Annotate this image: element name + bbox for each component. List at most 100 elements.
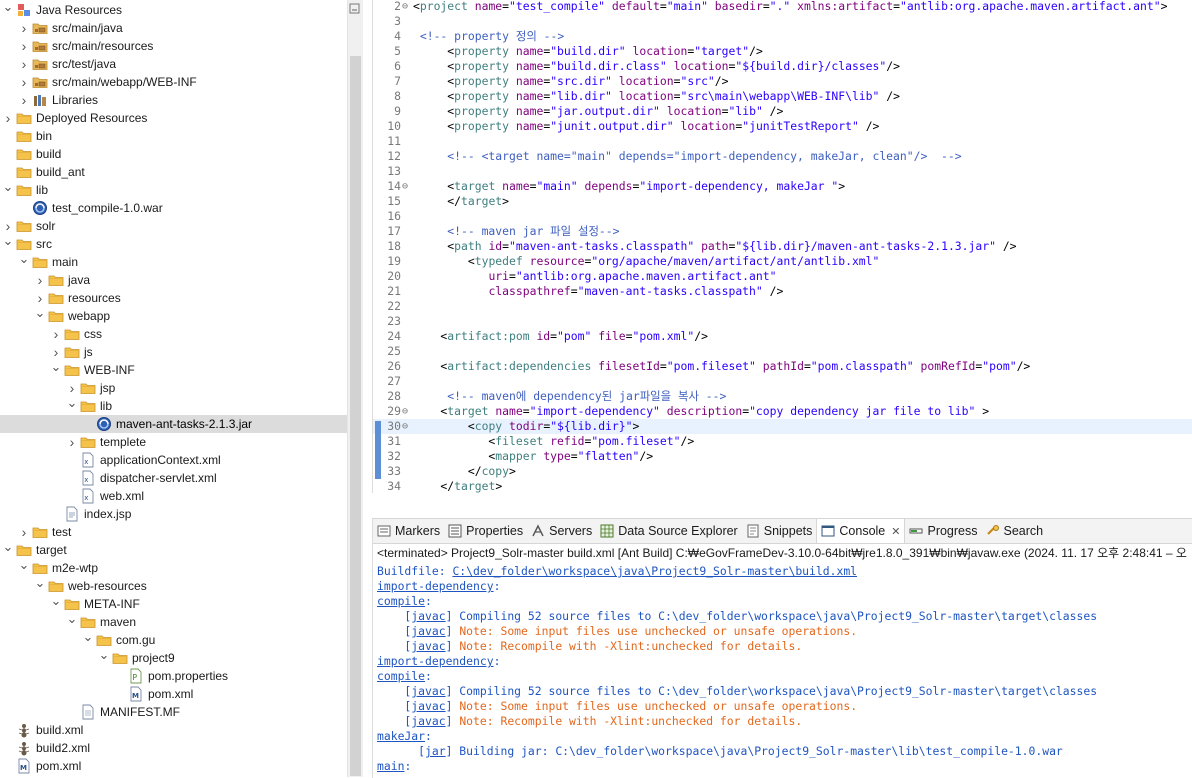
tree-item[interactable]: x dispatcher-servlet.xml xyxy=(0,469,347,487)
editor-line[interactable]: 5 <property name="build.dir" location="t… xyxy=(373,44,1192,59)
editor-line[interactable]: 27 xyxy=(373,374,1192,389)
collapse-chevron-icon[interactable]: › xyxy=(50,325,62,343)
tree-item[interactable]: ⌄ webapp xyxy=(0,304,347,325)
tree-item[interactable]: MANIFEST.MF xyxy=(0,703,347,721)
tree-item[interactable]: Mpom.xml xyxy=(0,685,347,703)
tab-progress[interactable]: Progress xyxy=(905,519,981,543)
collapse-chevron-icon[interactable]: › xyxy=(18,55,30,73)
console-link[interactable]: import-dependency xyxy=(377,579,494,593)
editor-line[interactable]: 30 ⊖ <copy todir="${lib.dir}"> xyxy=(373,419,1192,434)
expand-chevron-icon[interactable]: ⌄ xyxy=(82,628,94,646)
editor-line[interactable]: 3 xyxy=(373,14,1192,29)
collapse-chevron-icon[interactable]: › xyxy=(18,523,30,541)
tree-item[interactable]: › src/test/java xyxy=(0,55,347,73)
expand-chevron-icon[interactable]: ⌄ xyxy=(34,304,46,322)
tree-item[interactable]: Ppom.properties xyxy=(0,667,347,685)
editor-line[interactable]: 15 </target> xyxy=(373,194,1192,209)
tree-item[interactable]: ⌄ com.gu xyxy=(0,628,347,649)
collapse-chevron-icon[interactable]: › xyxy=(34,271,46,289)
editor-line[interactable]: 19 <typedef resource="org/apache/maven/a… xyxy=(373,254,1192,269)
tab-servers[interactable]: Servers xyxy=(527,519,596,543)
tree-item[interactable]: ⌄ lib xyxy=(0,394,347,415)
editor-line[interactable]: 34 </target> xyxy=(373,479,1192,493)
tree-item[interactable]: build xyxy=(0,145,347,163)
tree-item[interactable]: ⌄ lib xyxy=(0,178,347,199)
tree-item[interactable]: › src/main/java xyxy=(0,19,347,37)
tree-item[interactable]: build.xml xyxy=(0,721,347,739)
expand-chevron-icon[interactable]: ⌄ xyxy=(2,0,14,16)
tab-properties[interactable]: Properties xyxy=(444,519,527,543)
editor-line[interactable]: 2 ⊖ <project name="test_compile" default="… xyxy=(373,0,1192,14)
console-link[interactable]: javac xyxy=(411,639,445,653)
tree-item[interactable]: build2.xml xyxy=(0,739,347,757)
tree-item[interactable]: bin xyxy=(0,127,347,145)
editor-line[interactable]: 16 xyxy=(373,209,1192,224)
tree-item[interactable]: x applicationContext.xml xyxy=(0,451,347,469)
fold-toggle-icon[interactable]: ⊖ xyxy=(402,419,413,434)
console-link[interactable]: javac xyxy=(411,699,445,713)
console-link[interactable]: compile xyxy=(377,594,425,608)
editor-line[interactable]: 8 <property name="lib.dir" location="src… xyxy=(373,89,1192,104)
tree-item[interactable]: build_ant xyxy=(0,163,347,181)
editor-line[interactable]: 28 <!-- maven에 dependency된 jar파일을 복사 --> xyxy=(373,389,1192,404)
editor-line[interactable]: 14 ⊖ <target name="main" depends="import-… xyxy=(373,179,1192,194)
tab-markers[interactable]: Markers xyxy=(373,519,444,543)
editor-line[interactable]: 10 <property name="junit.output.dir" loc… xyxy=(373,119,1192,134)
tree-item[interactable]: ⌄ src xyxy=(0,232,347,253)
collapse-chevron-icon[interactable]: › xyxy=(18,73,30,91)
console-link[interactable]: main xyxy=(377,759,404,773)
console-link[interactable]: makeJar xyxy=(377,729,425,743)
expand-chevron-icon[interactable]: ⌄ xyxy=(2,232,14,250)
tree-item[interactable]: ⌄ Java Resources xyxy=(0,0,347,19)
editor-line[interactable]: 23 xyxy=(373,314,1192,329)
fold-toggle-icon[interactable]: ⊖ xyxy=(402,0,413,14)
console-link[interactable]: jar xyxy=(425,744,446,758)
expand-chevron-icon[interactable]: ⌄ xyxy=(66,610,78,628)
xml-editor[interactable]: 2 ⊖ <project name="test_compile" default="… xyxy=(372,0,1192,493)
editor-line[interactable]: 25 xyxy=(373,344,1192,359)
tree-item[interactable]: › src/main/webapp/WEB-INF xyxy=(0,73,347,91)
occurrence-marker[interactable] xyxy=(375,421,381,479)
editor-line[interactable]: 31 <fileset refid="pom.fileset"/> xyxy=(373,434,1192,449)
tree-item[interactable]: › java xyxy=(0,271,347,289)
editor-line[interactable]: 21 classpathref="maven-ant-tasks.classpa… xyxy=(373,284,1192,299)
tree-item[interactable]: › test xyxy=(0,523,347,541)
tree-item[interactable]: ⌄ main xyxy=(0,250,347,271)
tree-item[interactable]: ⌄ target xyxy=(0,539,347,559)
tree-item[interactable]: › src/main/resources xyxy=(0,37,347,55)
expand-chevron-icon[interactable]: ⌄ xyxy=(2,178,14,196)
editor-line[interactable]: 13 xyxy=(373,164,1192,179)
tree-item[interactable]: index.jsp xyxy=(0,505,347,523)
close-icon[interactable]: ✕ xyxy=(891,525,900,538)
tree-item[interactable]: maven-ant-tasks-2.1.3.jar xyxy=(0,415,347,433)
editor-line[interactable]: 29 ⊖ <target name="import-dependency" des… xyxy=(373,404,1192,419)
expand-chevron-icon[interactable]: ⌄ xyxy=(50,358,62,376)
tab-search[interactable]: Search xyxy=(982,519,1048,543)
tree-item[interactable]: › Libraries xyxy=(0,91,347,109)
scrollbar-thumb[interactable] xyxy=(350,56,361,776)
tab-data-source-explorer[interactable]: Data Source Explorer xyxy=(596,519,742,543)
tree-item[interactable]: test_compile-1.0.war xyxy=(0,199,347,217)
editor-line[interactable]: 7 <property name="src.dir" location="src… xyxy=(373,74,1192,89)
expand-chevron-icon[interactable]: ⌄ xyxy=(66,394,78,412)
tree-item[interactable]: ⌄ WEB-INF xyxy=(0,358,347,379)
tree-item[interactable]: x web.xml xyxy=(0,487,347,505)
editor-line[interactable]: 12 <!-- <target name="main" depends="imp… xyxy=(373,149,1192,164)
tree-item[interactable]: ⌄ maven xyxy=(0,610,347,631)
tree-item[interactable]: › resources xyxy=(0,289,347,307)
editor-line[interactable]: 26 <artifact:dependencies filesetId="pom… xyxy=(373,359,1192,374)
expand-chevron-icon[interactable]: ⌄ xyxy=(34,574,46,592)
tree-item[interactable]: ⌄ META-INF xyxy=(0,593,347,613)
tree-item[interactable]: › Deployed Resources xyxy=(0,109,347,127)
fold-toggle-icon[interactable]: ⊖ xyxy=(402,179,413,194)
expand-chevron-icon[interactable]: ⌄ xyxy=(18,250,30,268)
editor-line[interactable]: 33 </copy> xyxy=(373,464,1192,479)
console-link[interactable]: javac xyxy=(411,624,445,638)
fold-toggle-icon[interactable]: ⊖ xyxy=(402,404,413,419)
console-link[interactable]: javac xyxy=(411,684,445,698)
editor-line[interactable]: 6 <property name="build.dir.class" locat… xyxy=(373,59,1192,74)
editor-line[interactable]: 9 <property name = "jar.output.dir" locati… xyxy=(373,104,1192,119)
console-link[interactable]: C:\dev_folder\workspace\java\Project9_So… xyxy=(452,564,857,578)
tree-item[interactable]: › jsp xyxy=(0,379,347,397)
console-link[interactable]: compile xyxy=(377,669,425,683)
